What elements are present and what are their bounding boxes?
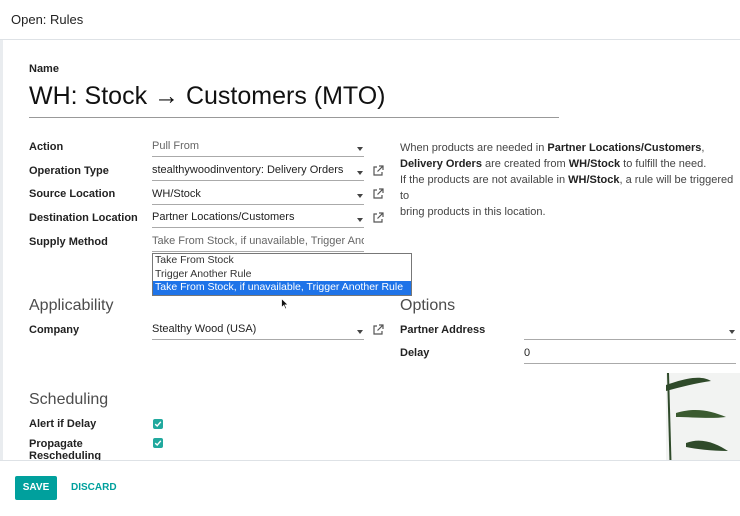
supply-option-trigger-another-rule[interactable]: Trigger Another Rule (153, 268, 411, 282)
rule-help-text: When products are needed in Partner Loca… (400, 142, 734, 218)
dialog-left-edge (0, 40, 3, 460)
check-icon (154, 440, 162, 447)
dialog-footer: SAVE DISCARD (0, 460, 740, 516)
external-link-icon[interactable] (372, 212, 384, 224)
partner-address-label: Partner Address (400, 324, 486, 336)
propagate-rescheduling-checkbox[interactable] (153, 438, 163, 448)
destination-location-chevron-down-icon[interactable] (357, 218, 363, 222)
supply-option-mts-else-mto[interactable]: Take From Stock, if unavailable, Trigger… (153, 281, 411, 295)
save-button[interactable]: SAVE (15, 476, 57, 500)
external-link-icon[interactable] (372, 188, 384, 200)
alert-if-delay-checkbox[interactable] (153, 419, 163, 429)
name-input[interactable]: WH: Stock → Customers (MTO) (29, 82, 559, 118)
company-chevron-down-icon[interactable] (357, 330, 363, 334)
dialog-title: Open: Rules (11, 12, 84, 27)
delay-label: Delay (400, 347, 430, 359)
supply-method-select[interactable]: Take From Stock, if unavailable, Trigger… (152, 234, 364, 252)
supply-method-dropdown[interactable]: Take From Stock Trigger Another Rule Tak… (152, 253, 412, 296)
source-location-select[interactable]: WH/Stock (152, 187, 364, 205)
external-link-icon[interactable] (372, 165, 384, 177)
alert-if-delay-label: Alert if Delay (29, 418, 97, 430)
destination-location-label: Destination Location (29, 212, 138, 224)
discard-button[interactable]: DISCARD (71, 476, 117, 500)
action-label: Action (29, 141, 64, 153)
source-location-label: Source Location (29, 188, 116, 200)
dialog-header: Open: Rules (0, 0, 740, 40)
supply-option-take-from-stock[interactable]: Take From Stock (153, 254, 411, 268)
name-label: Name (29, 63, 59, 75)
company-select[interactable]: Stealthy Wood (USA) (152, 322, 364, 340)
partner-address-chevron-down-icon[interactable] (729, 330, 735, 334)
destination-location-select[interactable]: Partner Locations/Customers (152, 210, 364, 228)
delay-input[interactable]: 0 (524, 346, 736, 364)
mouse-cursor-icon (281, 298, 289, 310)
action-chevron-down-icon[interactable] (357, 147, 363, 151)
company-label: Company (29, 324, 80, 336)
source-location-chevron-down-icon[interactable] (357, 194, 363, 198)
scheduling-section-title: Scheduling (29, 391, 109, 408)
operation-type-select[interactable]: stealthywoodinventory: Delivery Orders (152, 163, 364, 181)
supply-method-label: Supply Method (29, 236, 108, 248)
options-section-title: Options (400, 297, 456, 314)
operation-type-label: Operation Type (29, 165, 109, 177)
operation-type-chevron-down-icon[interactable] (357, 171, 363, 175)
external-link-icon[interactable] (372, 324, 384, 336)
check-icon (154, 421, 162, 428)
partner-address-select[interactable] (524, 322, 736, 340)
action-select[interactable]: Pull From (152, 139, 364, 157)
propagate-rescheduling-label: Propagate Rescheduling (29, 438, 102, 462)
applicability-section-title: Applicability (29, 297, 114, 314)
